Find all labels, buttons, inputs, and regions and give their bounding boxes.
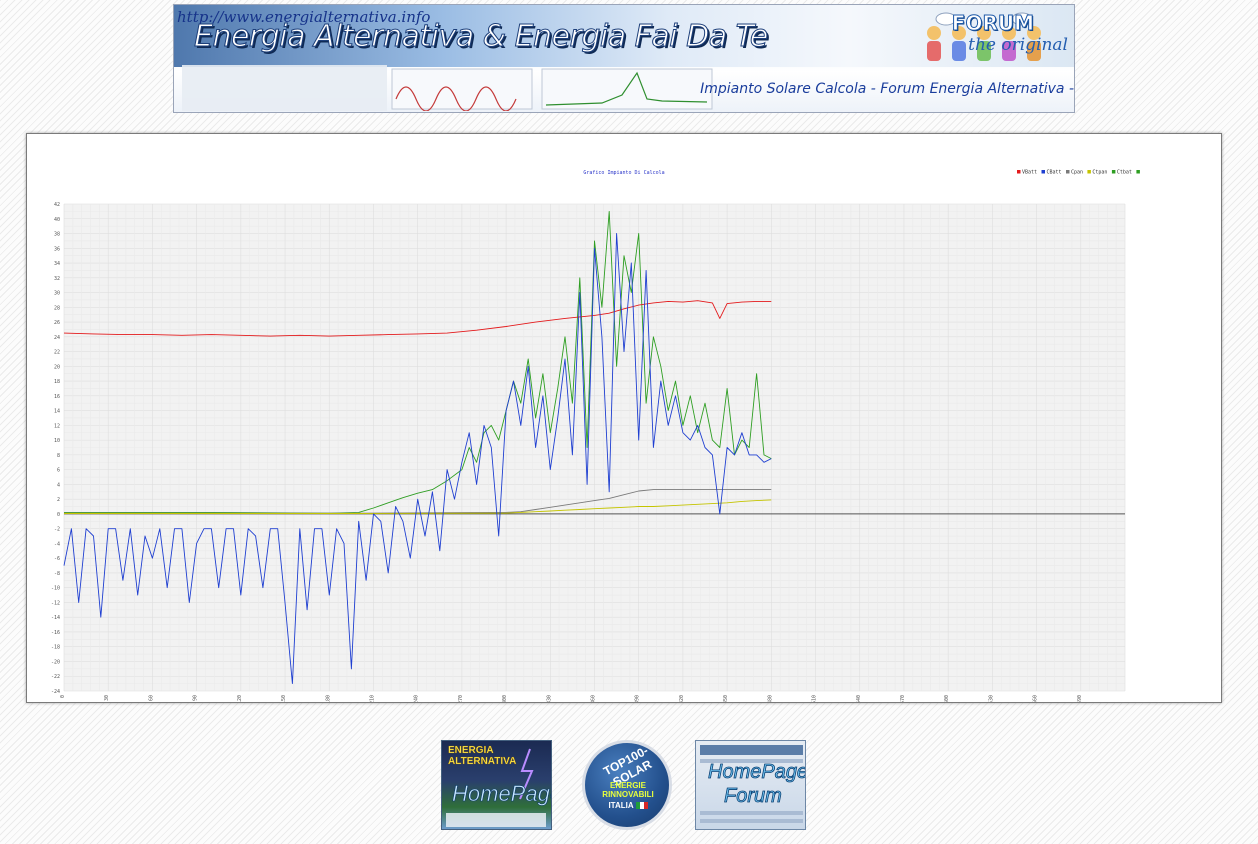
y-tick-label: 42 xyxy=(54,202,60,208)
x-tick-label: 150 xyxy=(281,695,287,702)
x-tick-label: 0 xyxy=(60,695,66,698)
homepage-badge-title: ENERGIA ALTERNATIVA xyxy=(448,745,517,767)
legend-label-vbatt: VBatt xyxy=(1022,170,1037,176)
y-tick-label: 28 xyxy=(54,305,60,311)
y-tick-label: 30 xyxy=(54,291,60,297)
legend-label-ctpan: Ctpan xyxy=(1092,170,1107,176)
y-tick-label: -2 xyxy=(54,527,60,533)
y-tick-label: -24 xyxy=(51,689,60,695)
y-tick-label: 36 xyxy=(54,246,60,252)
y-tick-label: 34 xyxy=(54,261,60,267)
legend-swatch-vbatt xyxy=(1017,170,1021,174)
homepage-forum-badge[interactable]: HomePage Forum xyxy=(695,740,806,830)
y-tick-label: 8 xyxy=(57,453,60,459)
legend-swatch-ctbat xyxy=(1111,170,1116,174)
homepage-badge-label: HomePage xyxy=(452,781,552,807)
y-tick-label: -12 xyxy=(51,600,60,606)
x-tick-label: 240 xyxy=(414,695,420,702)
y-tick-label: -22 xyxy=(51,674,60,680)
legend-label-ctbat: Ctbat xyxy=(1117,170,1132,176)
forum-badge-label-line2: Forum xyxy=(724,785,783,808)
x-tick-label: 360 xyxy=(591,695,597,702)
top100-badge-subtitle: ENERGIE RINNOVABILI xyxy=(602,781,654,799)
x-tick-label: 270 xyxy=(458,695,464,702)
x-tick-label: 210 xyxy=(369,695,375,702)
y-tick-label: 2 xyxy=(57,497,60,503)
x-axis: 0 30 60 90 120 150 180 210 240 270 300 330 360 390 420… xyxy=(60,695,1083,702)
y-tick-label: -4 xyxy=(54,541,60,547)
y-tick-label: 18 xyxy=(54,379,60,385)
legend-swatch-cpan xyxy=(1066,170,1070,174)
x-tick-label: 330 xyxy=(546,695,552,702)
x-tick-label: 390 xyxy=(635,695,641,702)
banner-decoration xyxy=(182,65,713,111)
grid-lines xyxy=(63,203,1126,692)
y-tick-label: -10 xyxy=(51,586,60,592)
y-tick-label: 14 xyxy=(54,409,60,415)
y-tick-label: -20 xyxy=(51,659,60,665)
homepage-badge[interactable]: ENERGIA ALTERNATIVA HomePage xyxy=(441,740,552,830)
top100-solar-badge[interactable]: TOP100-SOLAR ENERGIE RINNOVABILI ITALIA xyxy=(582,740,672,830)
y-axis: -24-22-20-18-16-14-12-10-8-6-4-202468101… xyxy=(51,202,60,695)
x-tick-label: 420 xyxy=(679,695,685,702)
top100-badge-country: ITALIA xyxy=(603,801,653,810)
legend-swatch-ctpan xyxy=(1087,170,1091,174)
y-tick-label: -16 xyxy=(51,630,60,636)
y-tick-label: 20 xyxy=(54,364,60,370)
x-tick-label: 600 xyxy=(944,695,950,702)
y-tick-label: 24 xyxy=(54,335,60,341)
x-tick-label: 540 xyxy=(856,695,862,702)
x-tick-label: 510 xyxy=(812,695,818,702)
forum-badge-label-line1: HomePage xyxy=(708,761,806,784)
forum-logo: FORUM xyxy=(951,11,1034,36)
x-tick-label: 660 xyxy=(1033,695,1039,702)
y-tick-label: 32 xyxy=(54,276,60,282)
banner-title: Energia Alternativa & Energia Fai Da Te xyxy=(194,19,769,55)
y-tick-label: 26 xyxy=(54,320,60,326)
y-tick-label: 0 xyxy=(57,512,60,518)
legend-trailing-swatch xyxy=(1136,170,1140,174)
x-tick-label: 60 xyxy=(148,695,154,701)
y-tick-label: 16 xyxy=(54,394,60,400)
y-tick-label: 38 xyxy=(54,232,60,238)
site-banner[interactable]: http://www.energialternativa.info Energi… xyxy=(173,4,1075,113)
chart-panel: Grafico Impianto Di Calcola -24 -22 -20 -18… xyxy=(26,133,1222,703)
chart-title: Grafico Impianto Di Calcola xyxy=(583,170,664,176)
x-tick-label: 180 xyxy=(325,695,331,702)
x-tick-label: 450 xyxy=(723,695,729,702)
y-tick-label: -6 xyxy=(54,556,60,562)
legend-label-cpan: Cpan xyxy=(1071,170,1083,176)
y-tick-label: 4 xyxy=(57,482,60,488)
footer-badges: ENERGIA ALTERNATIVA HomePage TOP100-SOLA… xyxy=(0,738,1258,832)
x-tick-label: 690 xyxy=(1077,695,1083,702)
banner-subtitle: Impianto Solare Calcola - Forum Energia … xyxy=(700,81,1074,97)
y-tick-label: -18 xyxy=(51,645,60,651)
line-chart: Grafico Impianto Di Calcola -24-22-20-18… xyxy=(51,170,1140,702)
y-tick-label: 22 xyxy=(54,350,60,356)
forum-tagline: the original xyxy=(968,35,1068,55)
y-tick-label: -8 xyxy=(54,571,60,577)
italy-flag-icon xyxy=(635,802,648,810)
x-tick-label: 30 xyxy=(104,695,110,701)
x-tick-label: 570 xyxy=(900,695,906,702)
legend-swatch-cbatt xyxy=(1041,170,1045,174)
legend: VBatt CBatt Cpan Ctpan Ctbat xyxy=(1017,170,1140,176)
legend-label-cbatt: CBatt xyxy=(1047,170,1062,176)
x-tick-label: 300 xyxy=(502,695,508,702)
y-tick-label: -14 xyxy=(51,615,60,621)
x-tick-label: 120 xyxy=(237,695,243,702)
y-tick-label: 40 xyxy=(54,217,60,223)
y-tick-label: 6 xyxy=(57,468,60,474)
y-tick-label: 10 xyxy=(54,438,60,444)
x-tick-label: 630 xyxy=(988,695,994,702)
y-tick-label: 12 xyxy=(54,423,60,429)
x-tick-label: 480 xyxy=(767,695,773,702)
x-tick-label: 90 xyxy=(193,695,199,701)
